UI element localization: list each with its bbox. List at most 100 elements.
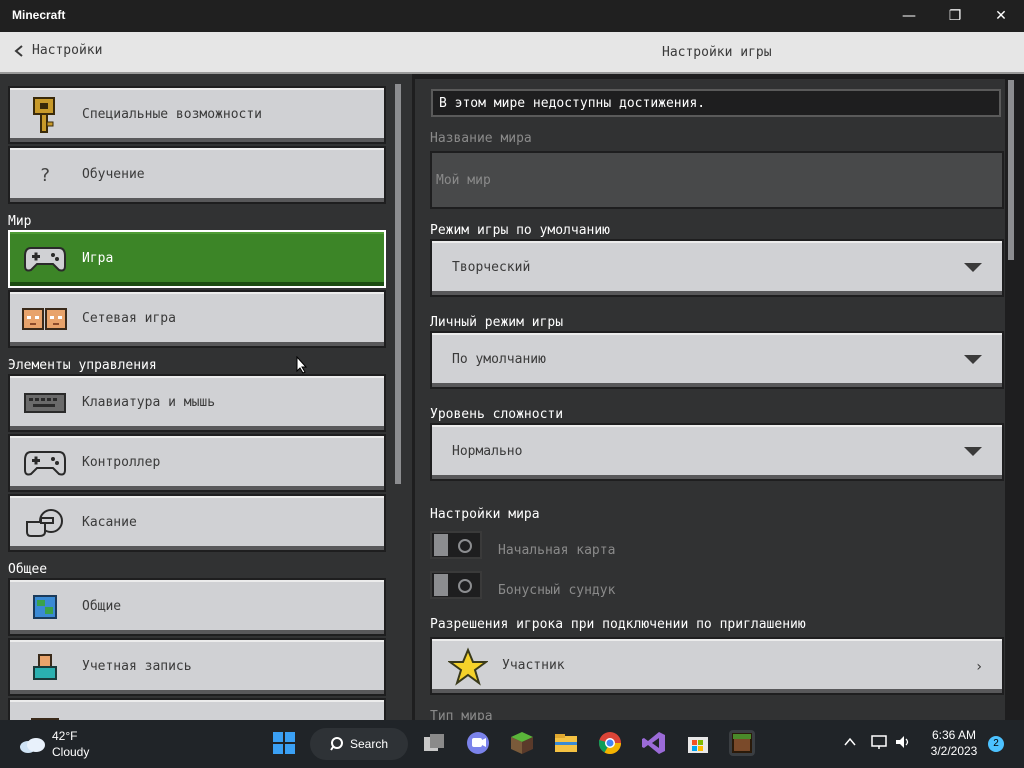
sidebar-item-label: Специальные возможности xyxy=(82,107,263,122)
chevron-down-icon xyxy=(964,355,982,364)
file-explorer-button[interactable] xyxy=(553,730,579,756)
sidebar-item-touch[interactable]: Касание xyxy=(8,494,386,552)
search-icon xyxy=(330,737,343,751)
sidebar-item-label: Клавиатура и мышь xyxy=(82,395,216,410)
minecraft-launcher-button[interactable] xyxy=(509,730,535,756)
monitor-network-icon xyxy=(871,735,887,749)
storage-icon xyxy=(22,708,68,720)
sidebar-item-general[interactable]: Общие xyxy=(8,578,386,636)
cloud-icon xyxy=(20,738,45,753)
toggle-off-icon xyxy=(458,579,472,593)
grass-block-icon xyxy=(511,732,533,754)
controller-icon xyxy=(22,240,68,278)
search-label: Search xyxy=(350,737,389,751)
game-settings-panel: В этом мире недоступны достижения. Назва… xyxy=(412,74,1024,720)
default-game-mode-label: Режим игры по умолчанию xyxy=(430,223,611,238)
mouse-cursor-icon xyxy=(296,356,308,374)
sidebar-item-label: Игра xyxy=(82,251,114,266)
clock-date: 3/2/2023 xyxy=(930,744,978,758)
show-hidden-icons-button[interactable] xyxy=(842,734,858,753)
world-settings-label: Настройки мира xyxy=(430,507,540,522)
world-name-input[interactable]: Мой мир xyxy=(430,151,1004,209)
starting-map-label: Начальная карта xyxy=(498,543,616,558)
visual-studio-icon xyxy=(642,732,665,754)
minecraft-app-button[interactable] xyxy=(729,730,755,756)
sidebar-item-label: Контроллер xyxy=(82,455,161,470)
sidebar-item-multiplayer[interactable]: Сетевая игра xyxy=(8,290,386,348)
controller-icon xyxy=(22,444,68,482)
task-view-button[interactable] xyxy=(421,730,447,756)
sidebar-item-accessibility[interactable]: Специальные возможности xyxy=(8,86,386,144)
difficulty-label: Уровень сложности xyxy=(430,407,564,422)
touch-hand-icon xyxy=(22,504,68,542)
question-icon: ? xyxy=(39,164,51,186)
chrome-button[interactable] xyxy=(597,730,623,756)
starting-map-toggle[interactable] xyxy=(430,531,482,559)
taskbar-search[interactable]: Search xyxy=(310,728,408,760)
key-icon xyxy=(22,96,68,134)
sidebar-item-label: Общие xyxy=(82,599,122,614)
sidebar-item-controller[interactable]: Контроллер xyxy=(8,434,386,492)
world-type-label: Тип мира xyxy=(430,709,493,720)
bonus-chest-toggle[interactable] xyxy=(430,571,482,599)
sidebar-item-game[interactable]: Игра xyxy=(8,230,386,288)
sidebar-item-tutorial[interactable]: ? Обучение xyxy=(8,146,386,204)
sidebar-item-keyboard-mouse[interactable]: Клавиатура и мышь xyxy=(8,374,386,432)
personal-game-mode-dropdown[interactable]: По умолчанию xyxy=(430,331,1004,389)
permission-value: Участник xyxy=(502,658,565,673)
taskbar-clock[interactable]: 6:36 AM 3/2/2023 xyxy=(922,728,986,758)
invite-permissions-label: Разрешения игрока при подключении по при… xyxy=(430,617,806,632)
bonus-chest-label: Бонусный сундук xyxy=(498,583,616,598)
folder-icon xyxy=(555,734,577,752)
chevron-down-icon xyxy=(964,263,982,272)
content-scrollbar[interactable] xyxy=(1008,80,1014,260)
toggle-knob xyxy=(434,574,448,596)
world-name-label: Название мира xyxy=(430,131,532,146)
default-game-mode-dropdown[interactable]: Творческий xyxy=(430,239,1004,297)
close-button[interactable]: ✕ xyxy=(978,0,1024,32)
toggle-knob xyxy=(434,534,448,556)
window-titlebar: Minecraft — ❐ ✕ xyxy=(0,0,1024,32)
dropdown-value: Нормально xyxy=(452,444,523,459)
invite-permissions-button[interactable]: Участник › xyxy=(430,637,1004,695)
volume-button[interactable] xyxy=(894,734,912,753)
chrome-icon xyxy=(599,732,621,754)
microsoft-store-button[interactable] xyxy=(685,730,711,756)
globe-icon xyxy=(22,588,68,626)
section-world: Мир xyxy=(8,214,32,229)
store-icon xyxy=(688,737,708,753)
network-button[interactable] xyxy=(870,734,888,753)
difficulty-dropdown[interactable]: Нормально xyxy=(430,423,1004,481)
windows-taskbar: 42°F Cloudy Search 6:36 AM 3/2/2023 2 xyxy=(0,720,1024,768)
minimize-button[interactable]: — xyxy=(886,0,932,32)
settings-sidebar: Специальные возможности ? Обучение Мир И… xyxy=(0,74,412,720)
task-view-icon xyxy=(424,734,444,751)
minecraft-block-icon xyxy=(732,733,752,753)
sidebar-item-label: Сетевая игра xyxy=(82,311,176,326)
restore-icon: ❐ xyxy=(948,8,962,24)
section-controls: Элементы управления xyxy=(8,358,157,373)
sidebar-item-label: Касание xyxy=(82,515,137,530)
account-icon xyxy=(22,648,68,686)
visual-studio-button[interactable] xyxy=(641,730,667,756)
dropdown-value: Творческий xyxy=(452,260,531,275)
maximize-button[interactable]: ❐ xyxy=(932,0,978,32)
clock-time: 6:36 AM xyxy=(931,728,977,742)
window-title: Minecraft xyxy=(12,8,66,22)
sidebar-scrollbar[interactable] xyxy=(395,84,401,484)
teams-chat-button[interactable] xyxy=(465,730,491,756)
notification-badge[interactable]: 2 xyxy=(988,736,1004,752)
star-icon xyxy=(448,647,488,686)
back-label: Настройки xyxy=(32,43,103,58)
sidebar-item-partial[interactable] xyxy=(8,698,386,720)
chat-icon xyxy=(467,732,489,754)
chevron-right-icon: › xyxy=(976,659,982,675)
weather-temperature: 42°F xyxy=(52,729,78,743)
dropdown-value: По умолчанию xyxy=(452,352,546,367)
chevron-down-icon xyxy=(964,447,982,456)
back-button[interactable]: Настройки xyxy=(14,43,102,58)
start-button[interactable] xyxy=(271,730,297,756)
windows-logo-icon xyxy=(273,732,295,754)
section-general: Общее xyxy=(8,562,48,577)
sidebar-item-account[interactable]: Учетная запись xyxy=(8,638,386,696)
